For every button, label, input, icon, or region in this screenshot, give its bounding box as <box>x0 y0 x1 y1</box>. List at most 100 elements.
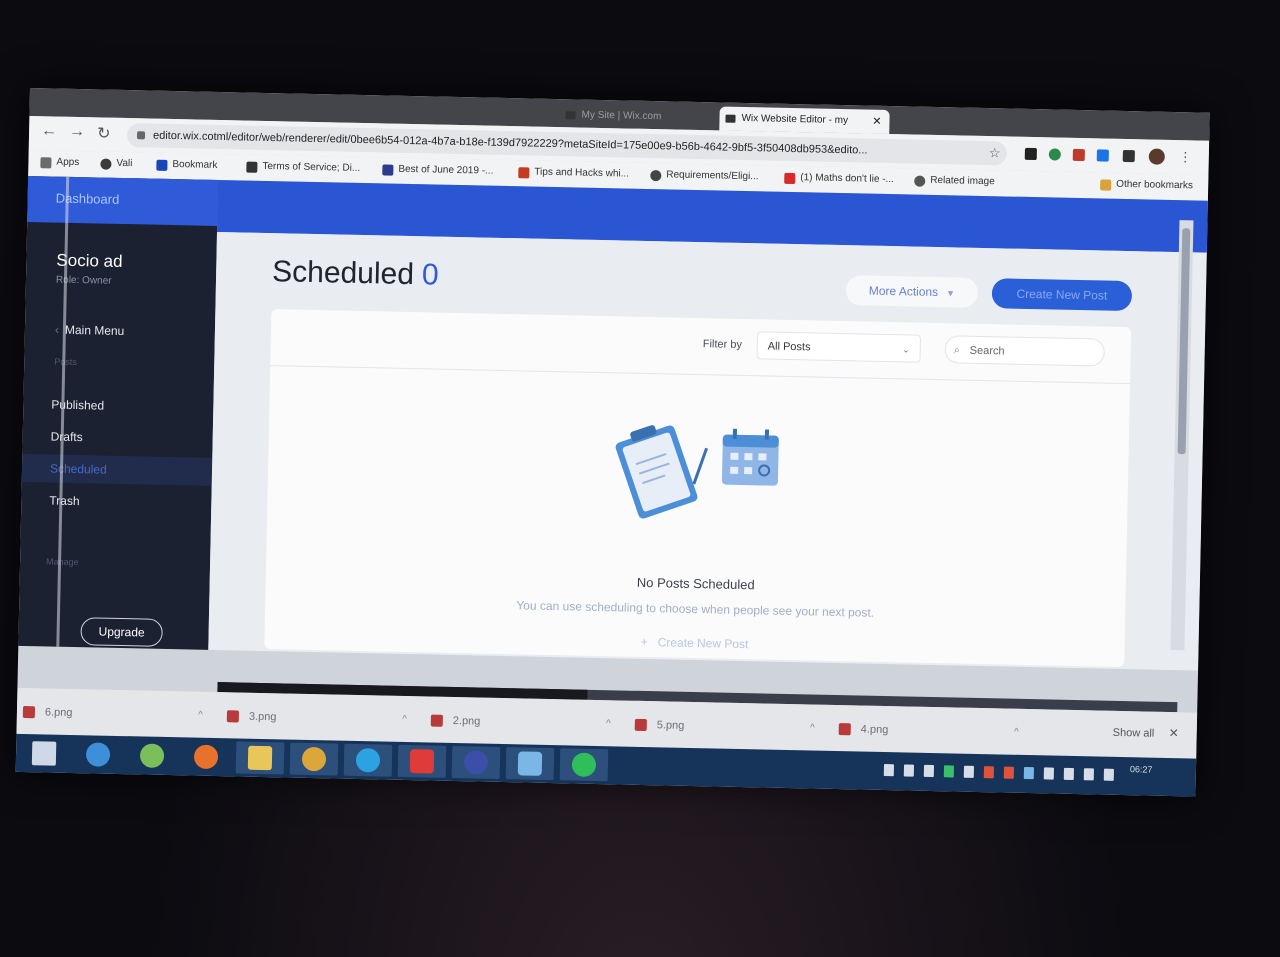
file-explorer-icon[interactable] <box>235 741 285 775</box>
page-title: Scheduled 0 <box>271 255 440 292</box>
browser-tab[interactable] <box>79 93 239 120</box>
bookmark-item[interactable]: (1) Maths don't lie -... <box>784 172 894 185</box>
upgrade-button[interactable]: Upgrade <box>80 617 163 647</box>
extension-icon[interactable] <box>1072 148 1085 162</box>
chevron-up-icon[interactable]: ^ <box>1014 723 1019 743</box>
url-domain: editor.wix.co <box>152 129 214 143</box>
browser-tab[interactable] <box>399 100 559 127</box>
tray-icon[interactable] <box>943 765 955 778</box>
close-tab-icon[interactable]: ✕ <box>872 110 882 134</box>
tray-icon[interactable] <box>903 764 915 777</box>
create-new-post-link[interactable]: + Create New Post <box>264 627 1124 659</box>
create-new-post-button[interactable]: Create New Post <box>991 278 1133 312</box>
network-icon[interactable] <box>1043 767 1054 780</box>
tray-icon[interactable] <box>983 766 995 779</box>
tray-icon[interactable] <box>1003 766 1015 779</box>
star-icon <box>156 159 168 171</box>
edge-icon[interactable] <box>343 743 393 777</box>
sidebar-item-drafts[interactable]: Drafts <box>22 422 213 454</box>
chevron-up-icon[interactable]: ^ <box>810 718 815 738</box>
sidebar-item-scheduled[interactable]: Scheduled <box>21 453 213 486</box>
bookmark-item[interactable]: Requirements/Eligi... <box>650 169 759 182</box>
bookmark-item[interactable]: Vali <box>100 157 132 170</box>
search-input[interactable]: ⌕ Search <box>944 335 1105 367</box>
back-icon[interactable]: ← <box>41 122 57 140</box>
language-icon[interactable] <box>1103 768 1114 781</box>
tray-icon[interactable] <box>923 764 935 778</box>
bookmark-item[interactable]: Tips and Hacks whi... <box>518 166 629 180</box>
monitor-screen: My Site | Wix.com Wix Website Editor - m… <box>15 88 1210 797</box>
chevron-up-icon[interactable]: ^ <box>606 714 611 734</box>
browser-tab-active[interactable]: Wix Website Editor - my ✕ <box>719 106 890 135</box>
puzzle-icon[interactable] <box>1122 149 1135 163</box>
browser-tab[interactable] <box>239 96 399 123</box>
sidebar-item-published[interactable]: Published <box>23 390 214 422</box>
tray-icon[interactable] <box>1023 766 1034 780</box>
posts-card: Filter by All Posts ⌄ ⌕ Search No Posts … <box>264 309 1132 668</box>
android-studio-icon[interactable] <box>128 739 177 772</box>
download-item[interactable]: 4.png ^ <box>838 719 1019 743</box>
calendar-icon <box>721 428 779 486</box>
scrollbar-thumb[interactable] <box>1177 228 1191 455</box>
apps-grid-icon <box>40 157 52 169</box>
chevron-up-icon[interactable]: ^ <box>198 706 203 726</box>
bookmark-item[interactable]: Apps <box>40 156 79 169</box>
other-bookmarks[interactable]: Other bookmarks <box>1100 178 1193 191</box>
pen-icon <box>692 447 709 485</box>
download-item[interactable]: 2.png ^ <box>430 711 611 735</box>
extension-icon[interactable] <box>1024 147 1037 161</box>
file-icon <box>634 718 647 732</box>
bookmark-favicon-icon <box>100 158 112 170</box>
more-actions-button[interactable]: More Actions ▼ <box>845 275 979 308</box>
bookmark-item[interactable]: Terms of Service; Di... <box>246 161 360 174</box>
more-menu-icon[interactable]: ⋮ <box>1179 149 1192 165</box>
google-icon <box>914 175 926 187</box>
download-item[interactable]: 6.png ^ <box>22 702 203 726</box>
bookmark-item[interactable]: Related image <box>914 175 995 187</box>
filter-select[interactable]: All Posts ⌄ <box>756 331 922 363</box>
battery-icon[interactable] <box>1063 767 1074 781</box>
tray-icon[interactable] <box>883 764 895 777</box>
lock-icon <box>136 131 146 140</box>
dashboard-header[interactable]: Dashboard <box>27 175 219 226</box>
reload-icon[interactable]: ↻ <box>97 123 111 143</box>
chrome-icon[interactable] <box>289 742 339 776</box>
bookmark-favicon-icon <box>246 161 258 173</box>
vertical-scrollbar[interactable] <box>1170 220 1194 651</box>
windows-start-icon[interactable] <box>20 737 69 770</box>
close-icon[interactable]: ✕ <box>1169 726 1179 740</box>
browser-tab[interactable] <box>891 110 1051 137</box>
folder-icon <box>1100 179 1112 191</box>
sidebar-item-trash[interactable]: Trash <box>21 486 212 518</box>
whatsapp-icon[interactable] <box>559 748 609 782</box>
taskbar-clock[interactable]: 06:27 <box>1130 763 1153 775</box>
app-icon[interactable] <box>505 747 555 781</box>
show-all-downloads[interactable]: Show all <box>1113 727 1155 740</box>
extension-icon[interactable] <box>1048 148 1061 161</box>
bookmark-favicon-icon <box>382 164 394 176</box>
volume-icon[interactable] <box>1083 768 1094 781</box>
main-content: Scheduled 0 More Actions ▼ Create New Post… <box>208 220 1207 671</box>
forward-icon[interactable]: → <box>69 123 85 141</box>
app-icon[interactable] <box>451 745 501 779</box>
firefox-icon[interactable] <box>182 740 231 773</box>
internet-explorer-icon[interactable] <box>74 738 123 771</box>
download-item[interactable]: 5.png ^ <box>634 715 815 739</box>
tray-icon[interactable] <box>963 765 975 778</box>
file-icon <box>430 714 443 727</box>
bookmark-item[interactable]: Bookmark <box>156 159 218 171</box>
anydesk-icon[interactable] <box>397 744 447 778</box>
chevron-up-icon[interactable]: ^ <box>402 710 407 730</box>
wix-favicon-icon <box>565 111 576 120</box>
plus-icon: + <box>640 634 648 650</box>
search-icon: ⌕ <box>953 344 961 357</box>
manage-label: Manage <box>45 556 79 568</box>
avatar[interactable] <box>1148 148 1165 165</box>
extension-icon[interactable] <box>1096 149 1109 162</box>
empty-state-subtitle: You can use scheduling to choose when pe… <box>516 598 875 620</box>
browser-tab[interactable]: My Site | Wix.com <box>559 103 719 130</box>
bookmark-favicon-icon <box>518 167 530 179</box>
bookmark-item[interactable]: Best of June 2019 -... <box>382 163 494 177</box>
star-icon[interactable]: ☆ <box>989 145 1001 161</box>
download-item[interactable]: 3.png ^ <box>226 706 407 730</box>
